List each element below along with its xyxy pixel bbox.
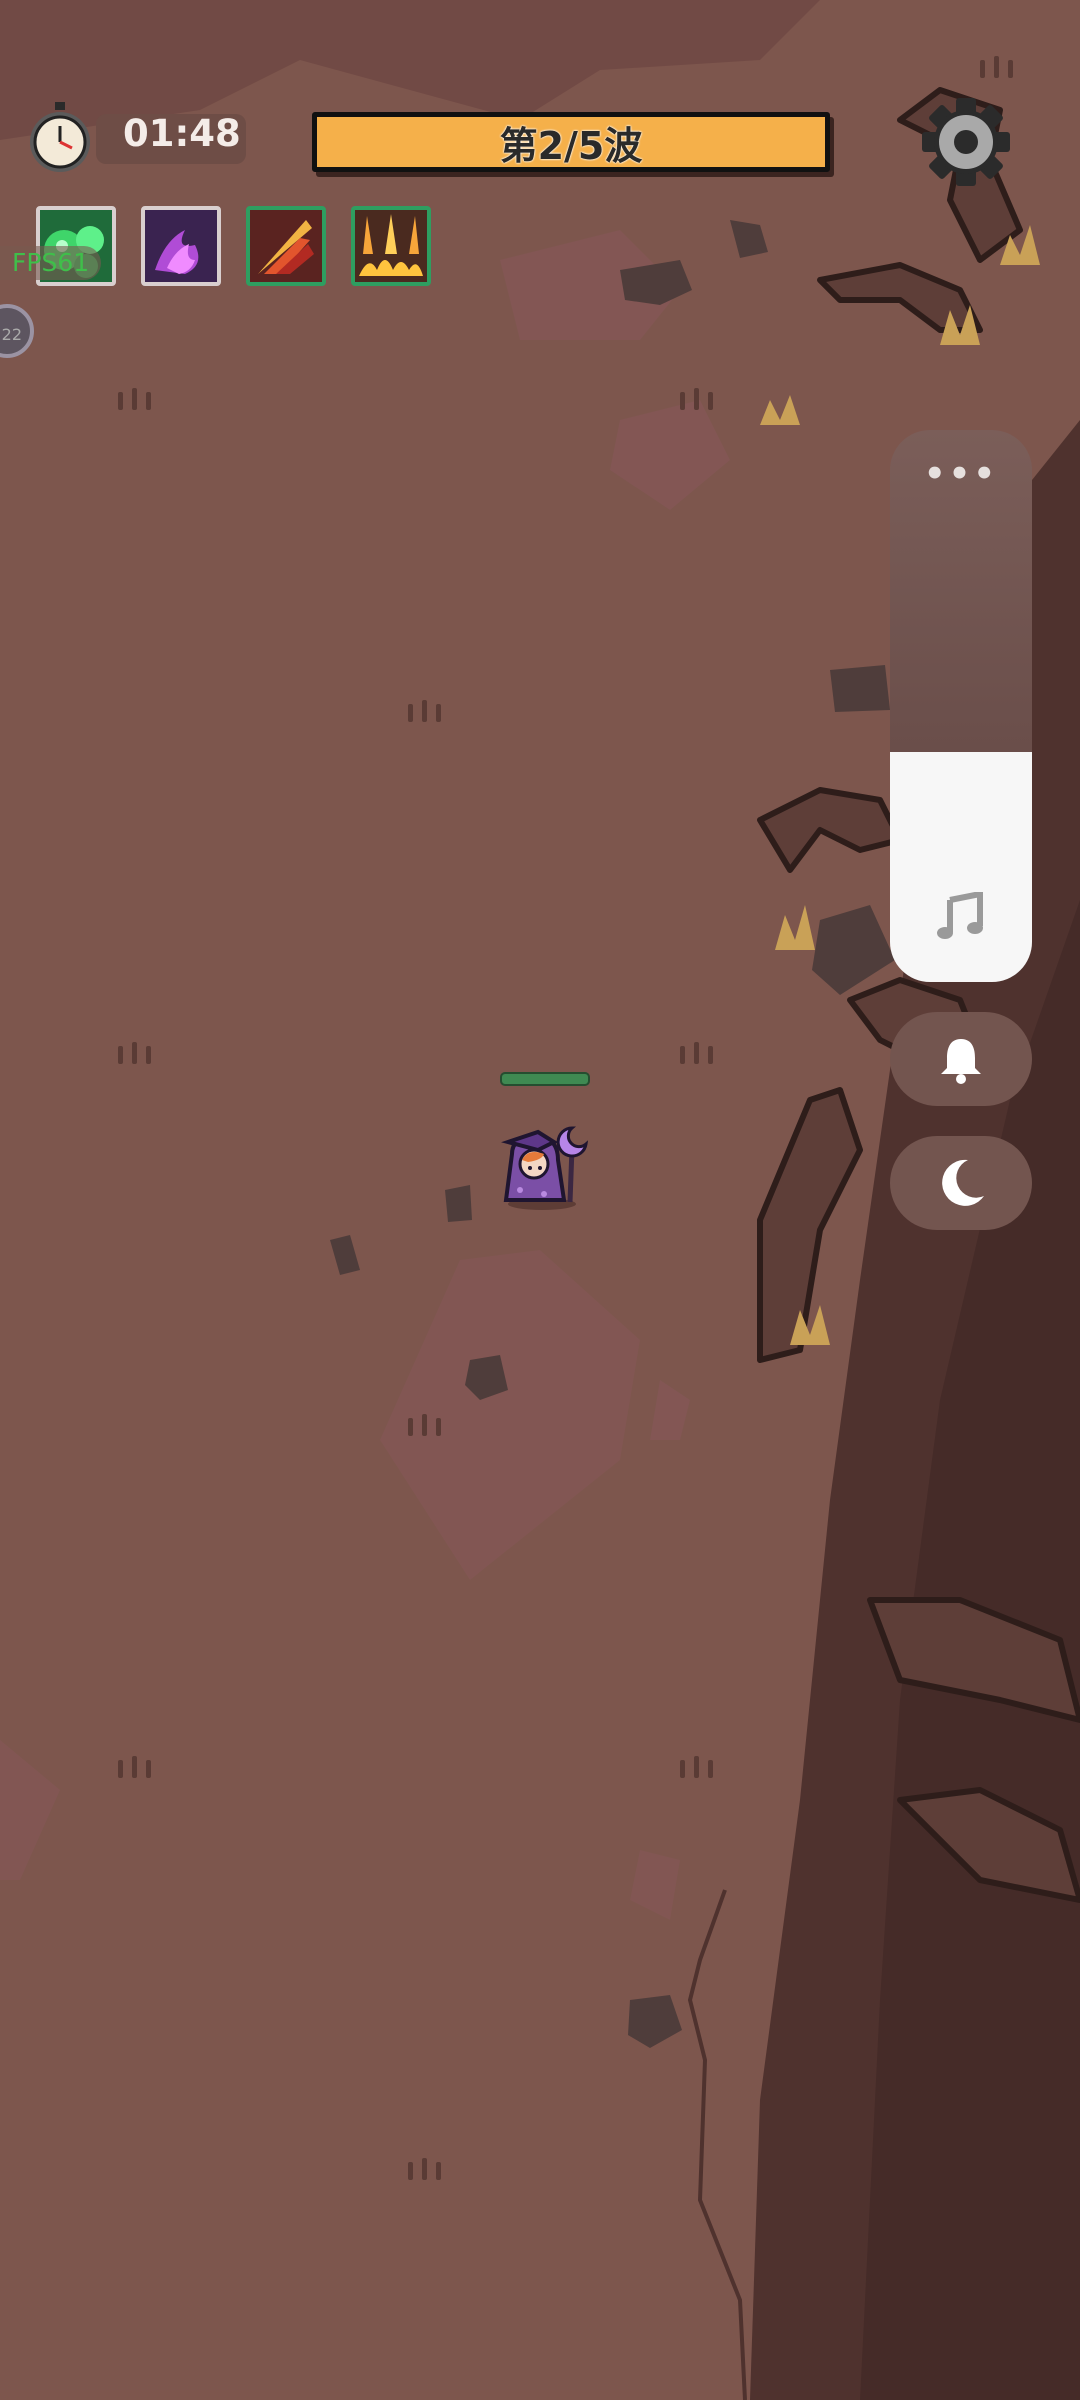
- skill-slot-4[interactable]: [351, 206, 431, 286]
- player-health-bar: [500, 1072, 590, 1086]
- wave-label: 第2/5波: [499, 123, 643, 168]
- bell-icon: [941, 1039, 981, 1084]
- fire-rain-skill-icon: [355, 210, 427, 282]
- more-options-icon[interactable]: •••: [890, 454, 1032, 494]
- skill-slot-3[interactable]: [246, 206, 326, 286]
- notification-button[interactable]: [890, 1012, 1032, 1106]
- night-mode-button[interactable]: [890, 1136, 1032, 1230]
- music-note-icon: [937, 892, 983, 939]
- wave-progress-bar: 第2/5波: [312, 112, 830, 172]
- skill-slot-2[interactable]: [141, 206, 221, 286]
- moon-icon: [942, 1159, 984, 1206]
- purple-flame-skill-icon: [145, 210, 217, 282]
- timer-display: 01:48: [28, 100, 246, 178]
- stopwatch-icon: [30, 102, 90, 172]
- fire-arrow-skill-icon: [250, 210, 322, 282]
- timer-text: 01:48: [123, 112, 241, 155]
- side-panel-top[interactable]: •••: [890, 430, 1032, 752]
- player-wizard: [501, 1126, 589, 1210]
- music-button[interactable]: [890, 752, 1032, 982]
- settings-gear-icon[interactable]: [920, 96, 1012, 188]
- fps-counter: FPS61: [0, 246, 102, 280]
